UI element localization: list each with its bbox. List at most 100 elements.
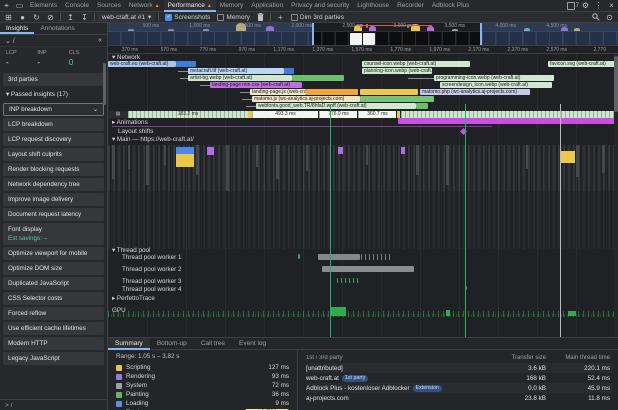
- memory-checkbox[interactable]: Memory: [217, 14, 249, 21]
- history-dropdown[interactable]: web-craft.at #1 ▾: [98, 13, 155, 22]
- network-request-bar[interactable]: [200, 85, 210, 86]
- panel-tab[interactable]: Network ▲: [125, 0, 164, 12]
- network-request-bar[interactable]: counsel-icon.webp (web-craft.at): [362, 61, 470, 67]
- frame-segment[interactable]: 493.3 ms: [252, 111, 318, 118]
- inp-breakdown-dropdown[interactable]: INP breakdown ⌄: [3, 103, 104, 116]
- record-and-reload-icon[interactable]: ↻: [30, 12, 43, 23]
- load-profile-icon[interactable]: ↥: [64, 12, 77, 23]
- network-request-bar[interactable]: programming-icon.webp (web-craft.at): [434, 75, 554, 81]
- flame-task-block[interactable]: [196, 145, 199, 175]
- layout-shifts-track-header[interactable]: Layout shifts: [118, 128, 153, 135]
- clear-icon[interactable]: ⊘: [44, 12, 57, 23]
- insight-item[interactable]: Modern HTTP: [3, 337, 104, 350]
- flame-task-block[interactable]: [207, 147, 214, 155]
- main-track-header[interactable]: ▾ Main — https://web-craft.at/: [112, 136, 194, 143]
- console-drawer-hint[interactable]: > /: [0, 399, 107, 410]
- network-request-bar[interactable]: [240, 92, 250, 93]
- collapse-sidebar-icon[interactable]: «: [98, 37, 102, 44]
- panel-tab[interactable]: Elements: [26, 0, 61, 12]
- network-request-bar[interactable]: [178, 71, 188, 72]
- flame-task-block[interactable]: [256, 145, 258, 167]
- frames-track-badge[interactable]: ▦: [108, 111, 128, 118]
- gpu-track[interactable]: [108, 304, 618, 317]
- dim-3rd-parties-checkbox[interactable]: Dim 3rd parties: [291, 14, 344, 21]
- panel-tab[interactable]: Application: [247, 0, 287, 12]
- col-transfer-size[interactable]: Transfer size: [490, 355, 546, 361]
- timeline-ruler[interactable]: 370 ms570 ms770 ms970 ms1,170 ms1,370 ms…: [108, 46, 618, 54]
- network-request-bar[interactable]: [360, 89, 418, 95]
- frame-segment[interactable]: 776.0 ms: [319, 111, 357, 118]
- flame-task-block[interactable]: [446, 145, 449, 185]
- network-request-bar[interactable]: webfonts.good_web.TR/8hfaD.woff (web-cra…: [256, 103, 416, 109]
- flame-task-block[interactable]: [226, 145, 229, 191]
- insight-item[interactable]: Improve image delivery: [3, 193, 104, 206]
- insight-item[interactable]: LCP request discovery: [3, 133, 104, 146]
- flame-task-block[interactable]: [576, 145, 579, 177]
- table-row[interactable]: [unattributed] 3.6 kB 220.1 ms: [306, 363, 612, 373]
- details-tab[interactable]: Summary: [108, 338, 150, 350]
- flame-task-block[interactable]: [164, 145, 166, 165]
- third-parties-item[interactable]: 3rd parties: [3, 73, 104, 86]
- animation-bar[interactable]: [398, 118, 618, 124]
- flame-task-block[interactable]: [146, 145, 149, 185]
- panel-tab[interactable]: Adblock Plus: [428, 0, 474, 12]
- sidebar-tab[interactable]: Annotations: [34, 23, 80, 34]
- insight-item[interactable]: Optimize DOM size: [3, 262, 104, 275]
- capture-settings-icon[interactable]: ⊙: [603, 12, 616, 23]
- sidebar-scrollbar[interactable]: [103, 63, 106, 105]
- insight-item[interactable]: Optimize viewport for mobile: [3, 247, 104, 260]
- panel-tab[interactable]: Lighthouse: [353, 0, 393, 12]
- device-toolbar-icon[interactable]: ▭: [13, 0, 26, 11]
- network-request-bar[interactable]: [176, 61, 196, 67]
- insight-item[interactable]: LCP breakdown: [3, 118, 104, 131]
- kebab-menu-icon[interactable]: ⋮: [592, 0, 605, 11]
- network-request-bar[interactable]: [180, 78, 188, 79]
- flame-task-block[interactable]: [176, 147, 194, 154]
- network-request-bar[interactable]: screendesign_icon.webp (web-craft.at): [440, 82, 552, 88]
- navigation-dropdown[interactable]: ⌄ /: [5, 37, 15, 45]
- flame-task-block[interactable]: [560, 151, 575, 163]
- network-request-bar[interactable]: [292, 75, 344, 81]
- sidebar-tab[interactable]: Insights: [0, 23, 34, 34]
- insight-item[interactable]: Legacy JavaScript: [3, 352, 104, 365]
- close-icon[interactable]: ×: [605, 0, 618, 11]
- panel-tab[interactable]: Sources: [93, 0, 125, 12]
- network-request-bar[interactable]: [408, 78, 434, 79]
- flame-task-block[interactable]: [602, 145, 605, 173]
- table-row[interactable]: web-craft.at 1st party 168 kB 52.4 ms: [306, 373, 612, 383]
- flame-task-block[interactable]: [128, 145, 130, 169]
- details-tab[interactable]: Event log: [232, 338, 273, 350]
- save-profile-icon[interactable]: ↧: [78, 12, 91, 23]
- col-party[interactable]: 1st / 3rd party: [306, 355, 490, 361]
- crosshair-icon[interactable]: +: [274, 12, 287, 23]
- flame-task-block[interactable]: [526, 145, 528, 169]
- error-count-badge[interactable]: 7: [567, 2, 579, 10]
- flame-task-block[interactable]: [366, 145, 368, 165]
- details-tab[interactable]: Bottom-up: [150, 338, 194, 350]
- panel-tab[interactable]: Recorder: [393, 0, 428, 12]
- settings-gear-icon[interactable]: ⚙: [579, 0, 592, 11]
- network-request-bar[interactable]: [284, 68, 294, 74]
- minimap-window-handle[interactable]: [480, 23, 482, 46]
- perfetto-track-header[interactable]: ▸ PerfettoTrace: [112, 295, 155, 302]
- flame-task-block[interactable]: [176, 154, 194, 167]
- panel-tab[interactable]: Memory: [216, 0, 247, 12]
- network-request-bar[interactable]: [242, 99, 252, 100]
- network-request-bar[interactable]: landing-page.js (web-craft.at): [250, 89, 306, 95]
- thread-pool-bar[interactable]: [337, 278, 359, 283]
- network-request-bar[interactable]: planning-icon.webp (web-craft.at): [362, 68, 432, 74]
- flame-task-block[interactable]: [112, 145, 115, 179]
- flame-task-block[interactable]: [276, 145, 279, 179]
- network-request-bar[interactable]: matomo.php (wc-analytics.aj-projects.com…: [420, 89, 530, 95]
- network-request-bar[interactable]: [416, 103, 428, 109]
- thread-pool-bar[interactable]: [361, 254, 393, 260]
- flame-task-block[interactable]: [416, 145, 419, 175]
- thread-pool-track-header[interactable]: ▾ Thread pool: [112, 247, 150, 254]
- screenshot-thumbnail[interactable]: [363, 33, 375, 45]
- frame-segment[interactable]: 360.7 ms: [358, 111, 396, 118]
- network-request-bar[interactable]: [306, 89, 358, 95]
- toggle-sidebar-icon[interactable]: ⊞: [2, 12, 15, 23]
- thread-pool-bar[interactable]: [298, 254, 300, 259]
- collect-garbage-icon[interactable]: [254, 12, 267, 23]
- network-request-bar[interactable]: matomo.js (wc-analytics.aj-projects.com): [252, 96, 360, 102]
